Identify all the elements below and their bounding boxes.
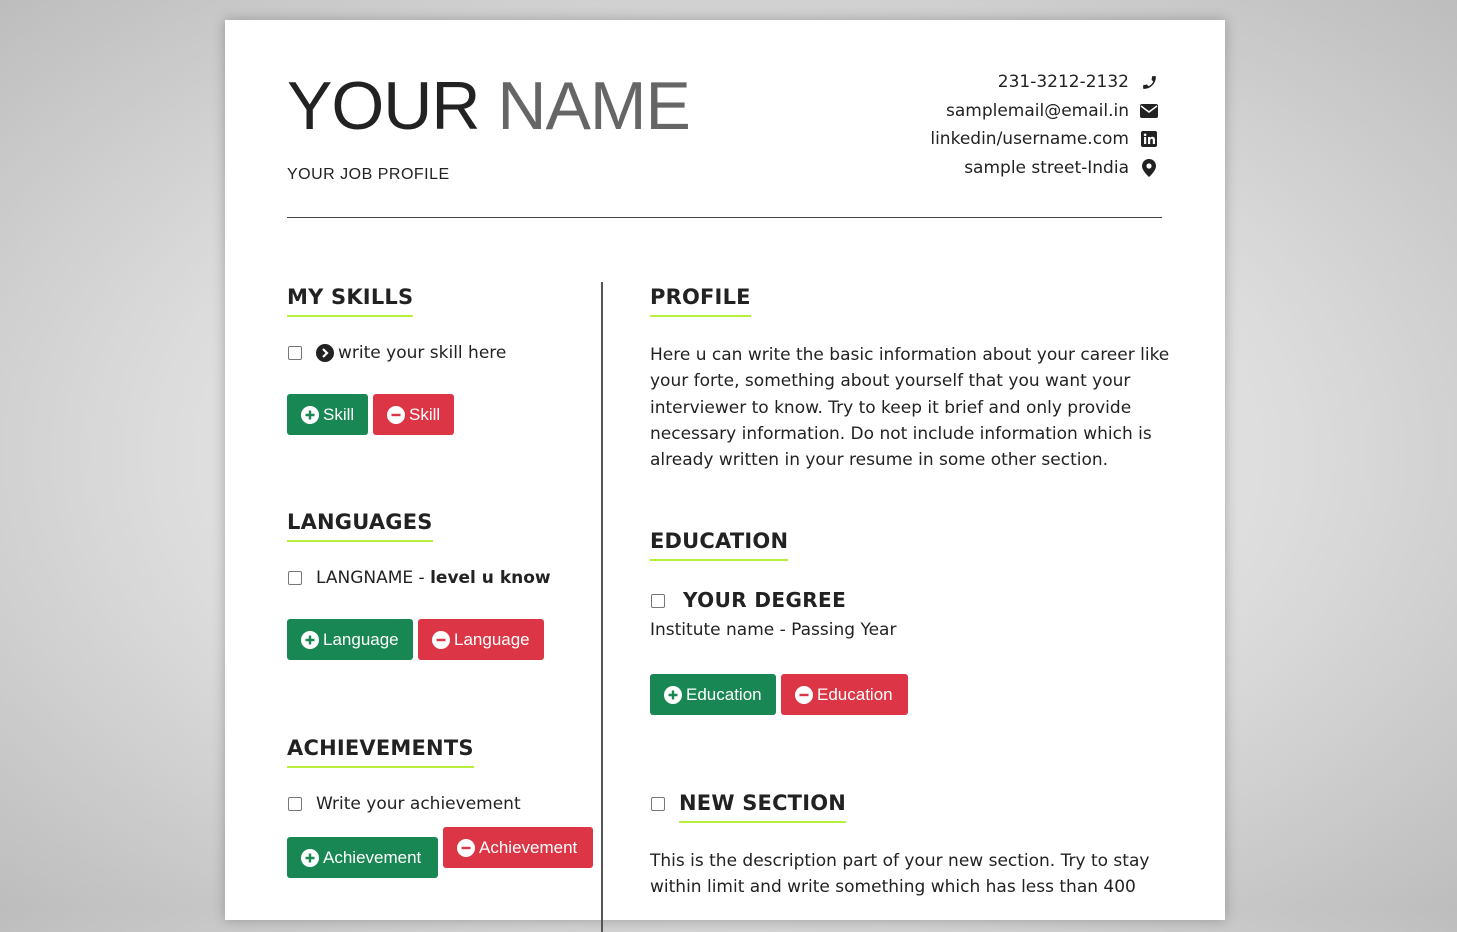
language-level: level u know [430,568,551,588]
contact-location-text: sample street-India [964,157,1129,178]
remove-skill-button[interactable]: Skill [373,394,454,435]
new-section-line: This is the description part of your new… [650,851,1150,871]
profile-section-title: PROFILE [650,285,751,317]
remove-achievement-button[interactable]: Achievement [443,827,593,868]
add-achievement-label: Achievement [323,847,422,867]
profile-line: your forte, something about yourself tha… [650,371,1131,392]
plus-circle-icon [301,630,319,649]
contact-location: sample street-India [930,154,1159,183]
add-achievement-button[interactable]: Achievement [287,837,438,878]
remove-education-button[interactable]: Education [781,674,908,715]
contact-list: 231-3212-2132 samplemail@email.in linked… [930,68,1159,182]
remove-language-label: Language [454,629,530,649]
minus-circle-icon [457,838,475,857]
plus-circle-icon [664,685,682,704]
add-skill-button[interactable]: Skill [287,394,368,435]
language-name: LANGNAME [316,568,414,588]
skill-item: write your skill here [316,343,506,363]
contact-linkedin-text: linkedin/username.com [930,129,1129,150]
contact-phone: 231-3212-2132 [930,68,1159,97]
language-separator: - [413,568,431,588]
remove-skill-label: Skill [409,404,441,424]
add-education-button[interactable]: Education [650,674,776,715]
contact-email-text: samplemail@email.in [945,100,1129,121]
skill-checkbox[interactable] [288,346,302,360]
new-section-description: This is the description part of your new… [650,848,1170,901]
achievements-section-title: ACHIEVEMENTS [287,736,474,768]
add-language-label: Language [323,629,399,649]
job-profile: YOUR JOB PROFILE [287,166,450,183]
column-divider [601,282,603,932]
profile-description: Here u can write the basic information a… [650,342,1170,473]
resume-page: YOUR NAME YOUR JOB PROFILE 231-3212-2132… [225,20,1225,932]
add-education-label: Education [686,684,762,704]
add-language-button[interactable]: Language [287,619,413,660]
phone-icon [1139,74,1159,91]
first-name: YOUR [287,68,480,144]
contact-email: samplemail@email.in [930,97,1159,126]
linkedin-icon [1139,131,1159,148]
contact-linkedin: linkedin/username.com [930,125,1159,154]
skill-item-text: write your skill here [338,343,507,363]
achievement-checkbox[interactable] [288,797,302,811]
remove-achievement-label: Achievement [479,837,578,857]
new-section-checkbox[interactable] [651,797,665,811]
minus-circle-icon [387,405,405,424]
page-title: YOUR NAME [287,72,691,140]
profile-line: necessary information. Do not include in… [650,423,1152,444]
language-item: LANGNAME - level u know [316,568,551,588]
contact-phone-text: 231-3212-2132 [997,72,1129,93]
envelope-icon [1139,103,1159,118]
skills-section-title: MY SKILLS [287,285,414,317]
plus-circle-icon [301,848,319,867]
profile-line: Here u can write the basic information a… [650,345,1170,365]
degree-title: YOUR DEGREE [683,588,847,612]
plus-circle-icon [301,405,319,424]
remove-education-label: Education [817,684,893,704]
chevron-right-icon [316,344,334,362]
new-section-title: NEW SECTION [679,791,847,823]
education-checkbox[interactable] [651,594,665,608]
institute-info: Institute name - Passing Year [650,620,897,640]
minus-circle-icon [432,630,450,649]
profile-line: already written in your resume in some o… [650,450,1109,471]
language-checkbox[interactable] [288,571,302,585]
languages-section-title: LANGUAGES [287,510,433,542]
header-divider [287,217,1162,218]
profile-line: interviewer to know. Try to keep it brie… [650,397,1132,418]
achievement-item: Write your achievement [316,794,521,814]
new-section-line: within limit and write something which h… [650,877,1136,898]
add-skill-label: Skill [323,404,355,424]
minus-circle-icon [795,685,813,704]
location-pin-icon [1139,158,1159,177]
remove-language-button[interactable]: Language [418,619,544,660]
last-name: NAME [497,68,690,144]
education-section-title: EDUCATION [650,529,789,561]
